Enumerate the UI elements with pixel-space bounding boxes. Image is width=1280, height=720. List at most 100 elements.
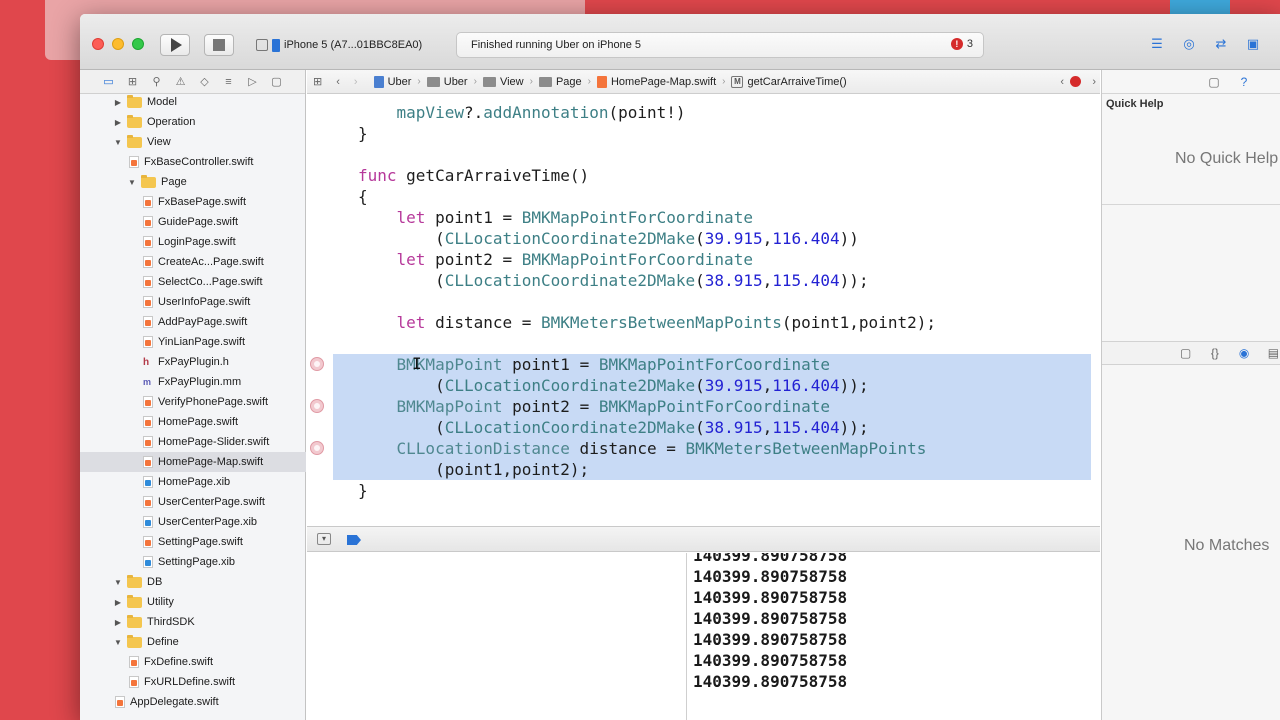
debug-icon[interactable]: ≡ [221, 74, 236, 89]
disclosure-open-icon[interactable]: ▼ [113, 138, 123, 147]
tree-folder[interactable]: ▼ Page [80, 172, 306, 192]
zoom-window-button[interactable] [132, 38, 144, 50]
tree-file[interactable]: FxBasePage.swift [80, 192, 306, 212]
code-line[interactable]: } [358, 123, 368, 144]
breadcrumb-item[interactable]: Uber [373, 75, 411, 88]
code-line[interactable]: let point1 = BMKMapPointForCoordinate [358, 207, 753, 228]
tree-file[interactable]: SelectCo...Page.swift [80, 272, 306, 292]
minimize-window-button[interactable] [112, 38, 124, 50]
code-line[interactable]: func startTimer() [358, 522, 522, 524]
code-line[interactable]: (CLLocationCoordinate2DMake(39.915,116.4… [358, 228, 859, 249]
disclosure-closed-icon[interactable]: ▶ [113, 118, 123, 127]
code-line[interactable]: BMKMapPoint point2 = BMKMapPointForCoord… [358, 396, 830, 417]
tree-file[interactable]: FxDefine.swift [80, 652, 306, 672]
quick-help-icon[interactable]: ? [1236, 74, 1252, 90]
tree-file[interactable]: GuidePage.swift [80, 212, 306, 232]
tree-folder[interactable]: ▶ ThirdSDK [80, 612, 306, 632]
tree-folder[interactable]: ▼ View [80, 132, 306, 152]
breadcrumb-item[interactable]: View [482, 76, 524, 88]
disclosure-open-icon[interactable]: ▼ [113, 638, 123, 647]
code-line[interactable]: { [358, 186, 368, 207]
close-window-button[interactable] [92, 38, 104, 50]
file-template-icon[interactable]: ▢ [1178, 345, 1193, 361]
code-line[interactable]: } [358, 480, 368, 501]
error-marker-icon[interactable] [310, 357, 324, 371]
next-issue-icon[interactable]: › [1092, 76, 1096, 88]
disclosure-closed-icon[interactable]: ▶ [113, 618, 123, 627]
tree-file[interactable]: UserCenterPage.xib [80, 512, 306, 532]
tree-file[interactable]: AddPayPage.swift [80, 312, 306, 332]
tree-file[interactable]: SettingPage.swift [80, 532, 306, 552]
tree-file[interactable]: CreateAc...Page.swift [80, 252, 306, 272]
prev-issue-icon[interactable]: ‹ [1060, 76, 1064, 88]
breadcrumb-item[interactable]: HomePage-Map.swift [596, 75, 716, 88]
tree-file[interactable]: AppDelegate.swift [80, 692, 306, 712]
test-icon[interactable]: ◇ [197, 74, 212, 89]
scheme-selector[interactable]: iPhone 5 (A7...01BBC8EA0) [256, 34, 422, 56]
media-library-icon[interactable]: ▤ [1266, 345, 1280, 361]
tree-file[interactable]: HomePage.swift [80, 412, 306, 432]
tree-file[interactable]: UserInfoPage.swift [80, 292, 306, 312]
error-badge[interactable]: ! 3 [950, 38, 973, 50]
editor-gutter[interactable] [307, 94, 333, 524]
tree-file[interactable]: HomePage-Slider.swift [80, 432, 306, 452]
warning-icon[interactable]: ⚠ [173, 74, 188, 89]
related-items-icon[interactable]: ⊞ [313, 75, 322, 88]
tree-file[interactable]: h FxPayPlugin.h [80, 352, 306, 372]
disclosure-closed-icon[interactable]: ▶ [113, 98, 123, 107]
navigator-toggle-icon[interactable]: ▣ [1242, 34, 1264, 54]
breadcrumb-item[interactable]: MgetCarArraiveTime() [731, 75, 847, 88]
code-line[interactable]: mapView?.addAnnotation(point!) [358, 102, 686, 123]
code-snippet-icon[interactable]: {} [1207, 345, 1222, 361]
tree-folder[interactable]: ▶ Model [80, 92, 306, 112]
disclosure-closed-icon[interactable]: ▶ [113, 598, 123, 607]
console-output[interactable]: 140399.890758758 140399.890758758 140399.8… [688, 553, 1100, 720]
search-icon[interactable]: ⚲ [149, 74, 164, 89]
forward-icon[interactable]: › [354, 76, 358, 88]
tree-file[interactable]: SettingPage.xib [80, 552, 306, 572]
version-editor-icon[interactable]: ⇄ [1210, 34, 1232, 54]
tree-folder[interactable]: ▶ Utility [80, 592, 306, 612]
disclosure-open-icon[interactable]: ▼ [113, 578, 123, 587]
code-line[interactable]: BMKMapPoint point1 = BMKMapPointForCoord… [358, 354, 830, 375]
object-library-icon[interactable]: ◉ [1237, 345, 1252, 361]
tree-file[interactable]: FxBaseController.swift [80, 152, 306, 172]
hide-debug-area-icon[interactable]: ▾ [317, 533, 331, 545]
symbol-icon[interactable]: ⊞ [125, 74, 140, 89]
standard-editor-icon[interactable]: ☰ [1146, 34, 1168, 54]
issue-icon[interactable] [1070, 76, 1081, 87]
file-inspector-icon[interactable]: ▢ [1206, 74, 1222, 90]
tree-file[interactable]: HomePage-Map.swift [80, 452, 306, 472]
stop-button[interactable] [204, 34, 234, 56]
tree-folder[interactable]: ▼ Define [80, 632, 306, 652]
tree-folder[interactable]: ▶ Operation [80, 112, 306, 132]
code-line[interactable]: CLLocationDistance distance = BMKMetersB… [358, 438, 927, 459]
assistant-editor-icon[interactable]: ◎ [1178, 34, 1200, 54]
tree-file[interactable]: UserCenterPage.swift [80, 492, 306, 512]
code-line[interactable]: (CLLocationCoordinate2DMake(39.915,116.4… [358, 375, 869, 396]
tree-file[interactable]: m FxPayPlugin.mm [80, 372, 306, 392]
tree-folder[interactable]: ▼ DB [80, 572, 306, 592]
disclosure-open-icon[interactable]: ▼ [127, 178, 137, 187]
pane-divider[interactable] [1102, 204, 1280, 205]
code-line[interactable]: func getCarArraiveTime() [358, 165, 589, 186]
back-icon[interactable]: ‹ [336, 76, 340, 88]
error-marker-icon[interactable] [310, 399, 324, 413]
code-line[interactable]: let point2 = BMKMapPointForCoordinate [358, 249, 753, 270]
report-icon[interactable]: ▢ [269, 74, 284, 89]
breakpoint-icon[interactable]: ▷ [245, 74, 260, 89]
source-editor[interactable]: mapView?.addAnnotation(point!)} func getC… [307, 94, 1100, 524]
tree-file[interactable]: FxURLDefine.swift [80, 672, 306, 692]
breadcrumb-item[interactable]: Page [538, 76, 582, 88]
error-marker-icon[interactable] [310, 441, 324, 455]
tree-file[interactable]: LoginPage.swift [80, 232, 306, 252]
folder-icon[interactable]: ▭ [101, 74, 116, 89]
tree-file[interactable]: HomePage.xib [80, 472, 306, 492]
code-line[interactable]: (CLLocationCoordinate2DMake(38.915,115.4… [358, 270, 869, 291]
tree-file[interactable]: YinLianPage.swift [80, 332, 306, 352]
code-line[interactable]: (point1,point2); [358, 459, 589, 480]
run-button[interactable] [160, 34, 190, 56]
breadcrumb-item[interactable]: Uber [426, 76, 468, 88]
tree-file[interactable]: VerifyPhonePage.swift [80, 392, 306, 412]
code-line[interactable]: let distance = BMKMetersBetweenMapPoints… [358, 312, 936, 333]
